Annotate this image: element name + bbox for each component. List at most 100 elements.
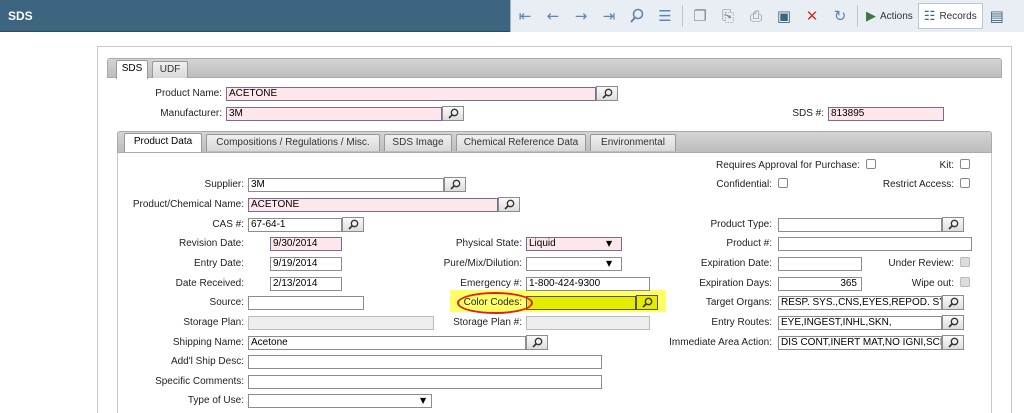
chevron-down-icon: ▼ [606, 259, 613, 268]
expiration-date-label: Expiration Date: [700, 258, 772, 269]
toolbar-divider [857, 5, 858, 27]
revision-date-label: Revision Date: [178, 238, 244, 249]
requires-approval-checkbox[interactable] [866, 159, 876, 169]
next-record-icon[interactable]: → [569, 4, 593, 28]
kit-checkbox[interactable] [960, 159, 970, 169]
app-title: SDS [8, 9, 33, 23]
shipping-name-field[interactable]: Acetone [248, 336, 526, 350]
confidential-checkbox[interactable] [778, 178, 788, 188]
color-codes-field[interactable] [526, 296, 636, 310]
manufacturer-lookup-button[interactable] [442, 106, 464, 121]
type-of-use-select[interactable] [248, 394, 432, 408]
sds-number-field[interactable]: 813895 [828, 107, 944, 121]
magnifier-icon [641, 297, 652, 308]
restrict-access-label: Restrict Access: [882, 179, 954, 190]
immediate-area-action-field[interactable]: DIS CONT,INERT MAT,NO IGNI,SCB [778, 336, 942, 350]
date-received-label: Date Received: [175, 278, 244, 289]
copy-record-icon[interactable]: ⎘ [716, 4, 740, 28]
cas-field[interactable]: 67-64-1 [248, 218, 342, 232]
manufacturer-label: Manufacturer: [160, 108, 222, 119]
entry-date-label: Entry Date: [193, 258, 244, 269]
immediate-area-action-lookup-button[interactable] [942, 335, 964, 350]
target-organs-lookup-button[interactable] [942, 295, 964, 310]
shipping-name-lookup-button[interactable] [526, 335, 548, 350]
entry-routes-label: Entry Routes: [711, 317, 772, 328]
revision-date-field[interactable]: 9/30/2014 [270, 237, 342, 251]
magnifier-icon [449, 179, 460, 190]
product-type-label: Product Type: [710, 219, 772, 230]
product-type-lookup-button[interactable] [942, 217, 964, 232]
chemical-name-field[interactable]: ACETONE [248, 198, 498, 212]
new-record-icon[interactable]: ❐ [688, 4, 712, 28]
storage-plan-number-field[interactable] [526, 316, 650, 330]
list-view-icon[interactable]: ☰ [653, 4, 677, 28]
print-icon[interactable]: ⎙ [744, 4, 768, 28]
chemical-name-label: Product/Chemical Name: [132, 199, 244, 210]
actions-button[interactable]: ▶ Actions [861, 3, 918, 29]
source-field[interactable] [248, 296, 364, 310]
chemical-name-lookup-button[interactable] [498, 197, 520, 212]
search-icon[interactable] [625, 4, 649, 28]
last-record-icon[interactable]: ⇥ [597, 4, 621, 28]
tab-chemical-reference[interactable]: Chemical Reference Data [456, 134, 586, 151]
tab-sds[interactable]: SDS [116, 60, 148, 79]
specific-comments-field[interactable] [248, 375, 602, 389]
expiration-days-field[interactable]: 365 [778, 277, 862, 291]
tab-compositions[interactable]: Compositions / Regulations / Misc. [206, 134, 380, 151]
more-icon[interactable]: ▤ [985, 4, 1009, 28]
storage-plan-label: Storage Plan: [183, 317, 244, 328]
product-name-field[interactable]: ACETONE [226, 87, 596, 101]
first-record-icon[interactable]: ⇤ [513, 4, 537, 28]
product-name-lookup-button[interactable] [596, 86, 618, 101]
date-received-field[interactable]: 2/13/2014 [270, 277, 342, 291]
tab-product-data[interactable]: Product Data [124, 133, 202, 152]
supplier-field[interactable]: 3M [248, 178, 444, 192]
magnifier-icon [531, 337, 542, 348]
cas-lookup-button[interactable] [342, 217, 364, 232]
target-organs-field[interactable]: RESP. SYS.,CNS,EYES,REPOD. SYS,S [778, 296, 942, 310]
tab-environmental[interactable]: Environmental [590, 134, 676, 151]
chevron-down-icon: ▼ [606, 239, 613, 248]
manufacturer-field[interactable]: 3M [226, 107, 442, 121]
delete-record-icon[interactable]: ✕ [800, 4, 824, 28]
save-icon[interactable]: ▣ [772, 4, 796, 28]
addl-ship-desc-field[interactable] [248, 355, 602, 369]
entry-date-field[interactable]: 9/19/2014 [270, 257, 342, 271]
refresh-icon[interactable]: ↻ [828, 4, 852, 28]
color-codes-lookup-button[interactable] [636, 295, 658, 310]
expiration-days-label: Expiration Days: [699, 278, 772, 289]
emergency-number-field[interactable]: 1-800-424-9300 [526, 277, 650, 291]
under-review-checkbox[interactable] [960, 257, 970, 267]
entry-routes-lookup-button[interactable] [942, 315, 964, 330]
product-type-field[interactable] [778, 218, 942, 232]
sub-tabbar: Product Data Compositions / Regulations … [117, 131, 992, 153]
previous-record-icon[interactable]: ← [541, 4, 565, 28]
product-name-label: Product Name: [155, 88, 222, 99]
chevron-down-icon: ▼ [420, 396, 427, 405]
entry-routes-field[interactable]: EYE,INGEST,INHL,SKN, [778, 316, 942, 330]
under-review-label: Under Review: [888, 258, 954, 269]
magnifier-icon [947, 337, 958, 348]
annotation-red-circle [457, 292, 533, 314]
records-button[interactable]: ☷ Records [917, 3, 983, 29]
wipe-out-label: Wipe out: [911, 278, 954, 289]
expiration-date-field[interactable] [778, 257, 862, 271]
supplier-lookup-button[interactable] [444, 177, 466, 192]
wipe-out-checkbox[interactable] [960, 277, 970, 287]
specific-comments-label: Specific Comments: [155, 376, 244, 387]
source-label: Source: [209, 297, 244, 308]
physical-state-label: Physical State: [455, 238, 522, 249]
tab-sds-image[interactable]: SDS Image [384, 134, 452, 151]
toolbar: ⇤ ← → ⇥ ☰ ❐ ⎘ ⎙ ▣ ✕ ↻ ▶ Actions ☷ Record… [510, 0, 1024, 32]
magnifier-icon [947, 297, 958, 308]
product-number-field[interactable] [778, 237, 972, 251]
magnifier-icon [947, 219, 958, 230]
tab-udf[interactable]: UDF [152, 61, 188, 78]
pure-mix-dilution-label: Pure/Mix/Dilution: [443, 258, 522, 269]
immediate-area-action-label: Immediate Area Action: [669, 337, 772, 348]
magnifier-icon [503, 199, 514, 210]
restrict-access-checkbox[interactable] [960, 178, 970, 188]
magnifier-icon [447, 108, 458, 119]
magnifier-icon [347, 219, 358, 230]
storage-plan-number-label: Storage Plan #: [453, 317, 522, 328]
